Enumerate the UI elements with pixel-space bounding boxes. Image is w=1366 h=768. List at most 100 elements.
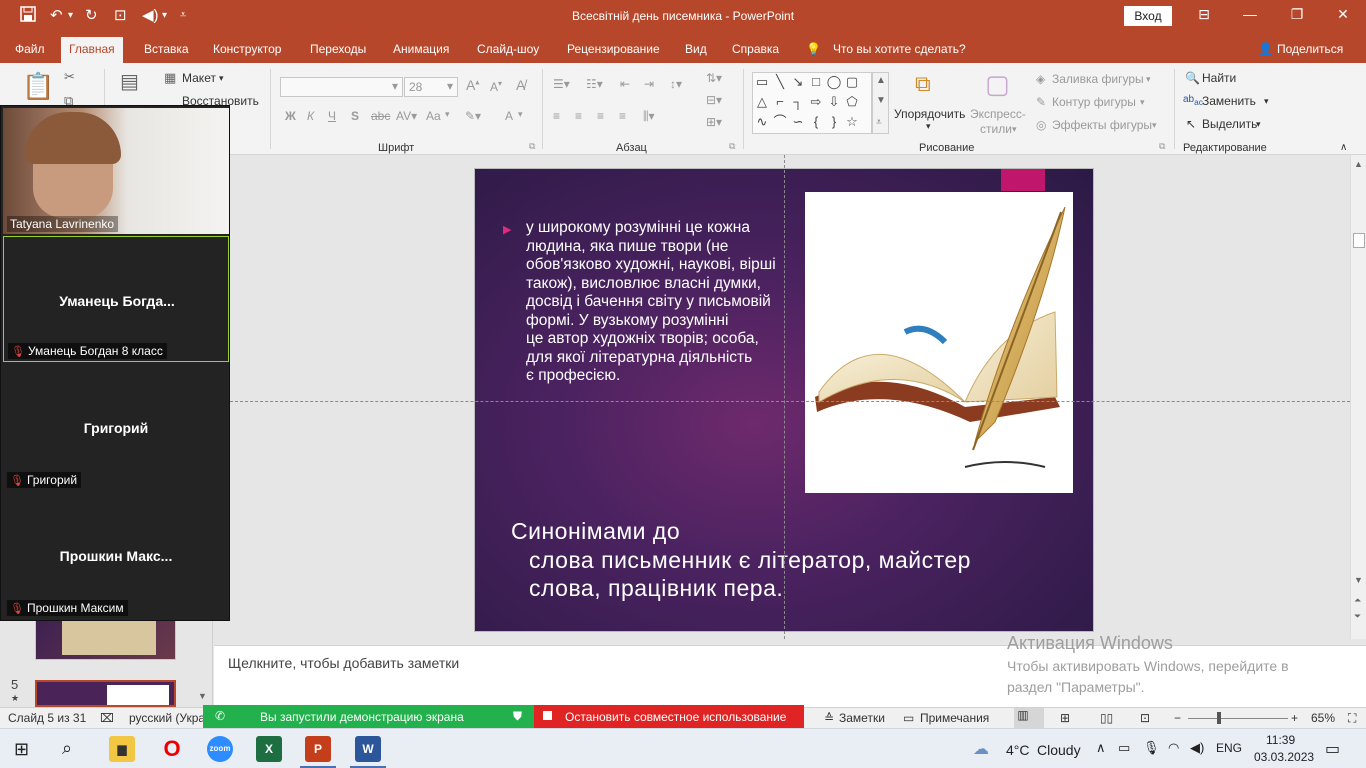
zoom-level[interactable]: 65%: [1311, 711, 1335, 725]
change-case-dropdown-icon[interactable]: ▾: [445, 109, 450, 120]
stop-share-button[interactable]: Остановить совместное использование: [534, 705, 804, 728]
tab-transitions[interactable]: Переходы: [310, 42, 366, 56]
shape-triangle-icon[interactable]: △: [754, 94, 770, 110]
video-tile-grigoriy[interactable]: Григорий 🎙 Григорий: [3, 364, 229, 490]
drawing-dialog-launcher-icon[interactable]: ⧉: [1159, 141, 1165, 152]
gallery-more-icon[interactable]: ⩡: [876, 117, 882, 128]
font-family-combo[interactable]: ▾: [280, 77, 403, 97]
tab-file[interactable]: Файл: [15, 42, 45, 56]
scroll-up-icon[interactable]: ▲: [1354, 159, 1363, 169]
align-center-icon[interactable]: ≡: [575, 109, 582, 123]
quick-styles-button-line2[interactable]: стили: [980, 122, 1012, 136]
layout-button[interactable]: Макет: [182, 71, 216, 85]
collapse-ribbon-icon[interactable]: ∧: [1340, 142, 1347, 153]
tab-insert[interactable]: Вставка: [144, 42, 189, 56]
gallery-up-icon[interactable]: ▲: [876, 75, 886, 86]
replace-button[interactable]: Заменить: [1202, 94, 1256, 108]
shape-effects-dropdown-icon[interactable]: ▾: [1152, 120, 1157, 131]
columns-icon[interactable]: ⫼▾: [643, 109, 655, 124]
text-direction-icon[interactable]: ⇅▾: [706, 71, 722, 85]
clock-time[interactable]: 11:39: [1266, 733, 1295, 747]
cut-icon[interactable]: ✂: [64, 69, 75, 85]
shape-right-brace-icon[interactable]: }: [826, 114, 842, 130]
change-case-button[interactable]: Aa: [426, 109, 441, 123]
select-button[interactable]: Выделить: [1202, 117, 1257, 131]
select-dropdown-icon[interactable]: ▾: [1256, 119, 1261, 130]
font-color-dropdown-icon[interactable]: ▾: [518, 109, 523, 120]
spellcheck-icon[interactable]: ⌧: [100, 711, 114, 725]
shape-left-brace-icon[interactable]: {: [808, 114, 824, 130]
horizontal-guide[interactable]: [230, 401, 1350, 402]
character-spacing-icon[interactable]: AV▾: [396, 109, 417, 123]
align-left-icon[interactable]: ≡: [553, 109, 560, 123]
scroll-down-icon[interactable]: ▼: [1354, 575, 1363, 585]
shape-outline-button[interactable]: Контур фигуры: [1052, 95, 1136, 109]
powerpoint-icon[interactable]: P: [305, 736, 331, 762]
slideshow-view-icon[interactable]: ⊡: [1140, 711, 1150, 725]
shape-fill-dropdown-icon[interactable]: ▾: [1146, 74, 1151, 85]
shape-pentagon-icon[interactable]: ⬠: [844, 94, 860, 110]
new-slide-icon[interactable]: ▤: [120, 69, 139, 94]
replace-dropdown-icon[interactable]: ▾: [1264, 96, 1269, 107]
tab-help[interactable]: Справка: [732, 42, 779, 56]
book-quill-image[interactable]: [805, 192, 1073, 493]
scroll-thumb[interactable]: [1353, 233, 1365, 248]
shape-connector-icon[interactable]: ⌐: [772, 94, 788, 110]
tab-animations[interactable]: Анимация: [393, 42, 449, 56]
zoom-out-icon[interactable]: −: [1174, 711, 1181, 725]
search-icon[interactable]: ⌕: [62, 738, 72, 759]
shapes-gallery-scroll[interactable]: ▲ ▼ ⩡: [872, 72, 889, 134]
shape-arrow-icon[interactable]: ↘: [790, 74, 806, 90]
slide-body-text[interactable]: у широкому розумінні це кожна людина, як…: [526, 219, 796, 386]
microphone-icon[interactable]: 🎙: [1143, 740, 1160, 756]
slide-sorter-icon[interactable]: ⊞: [1060, 711, 1070, 725]
shape-wave-icon[interactable]: ∽: [790, 114, 806, 130]
volume-icon[interactable]: ◀): [1190, 740, 1204, 756]
justify-icon[interactable]: ≡: [619, 109, 626, 123]
line-spacing-icon[interactable]: ↕▾: [670, 77, 682, 91]
zoom-slider-thumb[interactable]: [1217, 712, 1221, 724]
arrange-button[interactable]: Упорядочить: [894, 107, 965, 121]
strikethrough-icon[interactable]: abc: [371, 109, 390, 123]
tab-view[interactable]: Вид: [685, 42, 707, 56]
maximize-icon[interactable]: ❐: [1282, 6, 1312, 23]
shape-elbow-icon[interactable]: ┐: [790, 94, 806, 110]
find-button[interactable]: Найти: [1202, 71, 1236, 85]
shape-rectangle-icon[interactable]: □: [808, 74, 824, 90]
language-indicator[interactable]: русский (Укра: [129, 711, 205, 725]
shape-textbox-icon[interactable]: ▭: [754, 74, 770, 90]
video-tile-umanets[interactable]: Уманець Богда... 🎙 Уманець Богдан 8 класс: [3, 236, 229, 362]
shape-outline-dropdown-icon[interactable]: ▾: [1140, 97, 1145, 108]
align-text-icon[interactable]: ⊟▾: [706, 93, 722, 107]
font-color-button[interactable]: A: [505, 109, 513, 123]
slide-counter[interactable]: Слайд 5 из 31: [8, 711, 86, 725]
tab-review[interactable]: Рецензирование: [567, 42, 660, 56]
grow-font-icon[interactable]: A▴: [466, 77, 479, 93]
paragraph-dialog-launcher-icon[interactable]: ⧉: [729, 141, 735, 152]
minimize-icon[interactable]: —: [1235, 6, 1265, 22]
tell-me-search[interactable]: Что вы хотите сделать?: [833, 42, 966, 56]
shape-rounded-rect-icon[interactable]: ▢: [844, 74, 860, 90]
font-size-combo[interactable]: 28 ▾: [404, 77, 458, 97]
smartart-icon[interactable]: ⊞▾: [706, 115, 722, 129]
shape-fill-button[interactable]: Заливка фигуры: [1052, 72, 1144, 86]
tab-home[interactable]: Главная: [61, 37, 123, 63]
fit-to-window-icon[interactable]: ⛶: [1348, 711, 1356, 726]
text-shadow-button[interactable]: S: [351, 109, 359, 123]
tab-design[interactable]: Конструктор: [213, 42, 281, 56]
prev-slide-icon[interactable]: ⏶: [1354, 595, 1361, 606]
video-tile-self[interactable]: Tatyana Lavrinenko: [3, 108, 229, 234]
tab-slideshow[interactable]: Слайд-шоу: [477, 42, 539, 56]
clock-date[interactable]: 03.03.2023: [1254, 750, 1314, 764]
quick-styles-button-line1[interactable]: Экспресс-: [970, 107, 1026, 121]
battery-icon[interactable]: ▭: [1118, 740, 1130, 756]
zoom-app-icon[interactable]: zoom: [207, 736, 233, 762]
excel-icon[interactable]: X: [256, 736, 282, 762]
layout-dropdown-icon[interactable]: ▾: [219, 73, 224, 84]
quick-styles-dropdown-icon[interactable]: ▾: [1012, 124, 1017, 135]
decrease-indent-icon[interactable]: ⇤: [620, 77, 630, 91]
shape-curve-icon[interactable]: ∿: [754, 114, 770, 130]
shape-line-icon[interactable]: ╲: [772, 74, 788, 90]
weather-text[interactable]: Cloudy: [1037, 742, 1081, 758]
bold-button[interactable]: Ж: [285, 109, 296, 123]
